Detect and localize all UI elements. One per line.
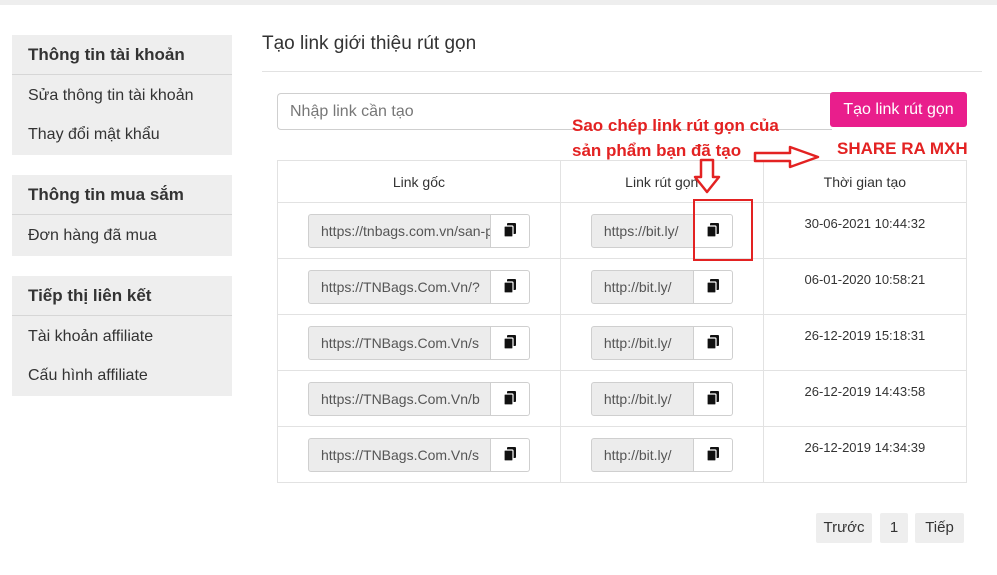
short-link-cell: http://bit.ly/ [559, 314, 764, 371]
short-link-field[interactable]: https://bit.ly/ [590, 213, 694, 248]
page-title: Tạo link giới thiệu rút gọn [262, 33, 477, 54]
copy-short-button[interactable] [693, 325, 733, 360]
column-header-original: Link gốc [277, 160, 561, 203]
created-time-cell: 26-12-2019 14:34:39 [762, 426, 968, 483]
sidebar-item-affiliate-config[interactable]: Cấu hình affiliate [12, 356, 232, 395]
copy-icon [706, 335, 719, 350]
copy-original-button[interactable] [491, 269, 530, 304]
sidebar-item-orders[interactable]: Đơn hàng đã mua [12, 216, 232, 255]
annotation-share: SHARE RA MXH [837, 139, 968, 158]
copy-short-button[interactable] [693, 381, 733, 416]
sidebar-group-affiliate: Tiếp thị liên kết Tài khoản affiliate Cấ… [12, 276, 232, 396]
pagination-next-button[interactable]: Tiếp [915, 513, 964, 543]
copy-original-button[interactable] [491, 325, 530, 360]
sidebar-item-change-password[interactable]: Thay đổi mật khẩu [12, 115, 232, 154]
sidebar-group-shopping: Thông tin mua sắm Đơn hàng đã mua [12, 175, 232, 256]
sidebar-item-affiliate-account[interactable]: Tài khoản affiliate [12, 317, 232, 356]
copy-icon [706, 391, 719, 406]
short-link-cell: http://bit.ly/ [559, 258, 764, 315]
copy-icon [503, 335, 516, 350]
sidebar-group-title: Tiếp thị liên kết [12, 276, 232, 316]
original-link-field[interactable]: https://tnbags.com.vn/san-pham [308, 213, 491, 248]
annotation-copy-hint-line2: sản phẩm bạn đã tạo [572, 141, 742, 160]
copy-original-button[interactable] [491, 437, 530, 472]
created-time-cell: 30-06-2021 10:44:32 [762, 202, 968, 259]
original-link-field[interactable]: https://TNBags.Com.Vn/b [308, 381, 491, 416]
sidebar-group-title: Thông tin mua sắm [12, 175, 232, 215]
original-link-field[interactable]: https://TNBags.Com.Vn/? [308, 269, 491, 304]
column-header-short: Link rút gọn [559, 160, 764, 203]
links-table: Link gốc Link rút gọn Thời gian tạo http… [277, 160, 968, 483]
copy-icon [706, 447, 719, 462]
original-link-field[interactable]: https://TNBags.Com.Vn/s [308, 325, 491, 360]
original-link-cell: https://TNBags.Com.Vn/b [277, 370, 561, 427]
pagination-prev-button[interactable]: Trước [816, 513, 872, 543]
copy-icon [503, 447, 516, 462]
annotation-copy-hint-line1: Sao chép link rút gọn của [572, 116, 779, 135]
short-link-field[interactable]: http://bit.ly/ [590, 269, 694, 304]
copy-original-button[interactable] [491, 213, 530, 248]
create-short-link-button[interactable]: Tạo link rút gọn [830, 92, 967, 127]
copy-short-button[interactable] [693, 437, 733, 472]
copy-icon [706, 279, 719, 294]
table-row: https://tnbags.com.vn/san-pham https://b… [277, 202, 968, 259]
short-link-field[interactable]: http://bit.ly/ [590, 325, 694, 360]
copy-icon [503, 223, 516, 238]
title-divider [262, 71, 982, 72]
original-link-cell: https://tnbags.com.vn/san-pham [277, 202, 561, 259]
table-row: https://TNBags.Com.Vn/s http://bit.ly/ 2… [277, 314, 968, 371]
table-row: https://TNBags.Com.Vn/? http://bit.ly/ 0… [277, 258, 968, 315]
top-bar [0, 0, 997, 5]
original-link-cell: https://TNBags.Com.Vn/? [277, 258, 561, 315]
copy-original-button[interactable] [491, 381, 530, 416]
created-time-cell: 26-12-2019 14:43:58 [762, 370, 968, 427]
table-row: https://TNBags.Com.Vn/s http://bit.ly/ 2… [277, 426, 968, 483]
copy-icon [503, 279, 516, 294]
created-time-cell: 26-12-2019 15:18:31 [762, 314, 968, 371]
created-time-cell: 06-01-2020 10:58:21 [762, 258, 968, 315]
column-header-created: Thời gian tạo [762, 160, 968, 203]
sidebar-item-edit-account[interactable]: Sửa thông tin tài khoản [12, 76, 232, 115]
short-link-field[interactable]: http://bit.ly/ [590, 437, 694, 472]
copy-short-button[interactable] [693, 269, 733, 304]
short-link-field[interactable]: http://bit.ly/ [590, 381, 694, 416]
original-link-field[interactable]: https://TNBags.Com.Vn/s [308, 437, 491, 472]
table-header-row: Link gốc Link rút gọn Thời gian tạo [277, 160, 968, 203]
sidebar-group-account: Thông tin tài khoản Sửa thông tin tài kh… [12, 35, 232, 155]
short-link-cell: http://bit.ly/ [559, 370, 764, 427]
original-link-cell: https://TNBags.Com.Vn/s [277, 426, 561, 483]
annotation-highlight-box [693, 199, 753, 261]
sidebar: Thông tin tài khoản Sửa thông tin tài kh… [12, 35, 232, 416]
sidebar-group-title: Thông tin tài khoản [12, 35, 232, 75]
original-link-cell: https://TNBags.Com.Vn/s [277, 314, 561, 371]
copy-icon [503, 391, 516, 406]
short-link-cell: http://bit.ly/ [559, 426, 764, 483]
table-row: https://TNBags.Com.Vn/b http://bit.ly/ 2… [277, 370, 968, 427]
pagination-page-1[interactable]: 1 [880, 513, 908, 543]
